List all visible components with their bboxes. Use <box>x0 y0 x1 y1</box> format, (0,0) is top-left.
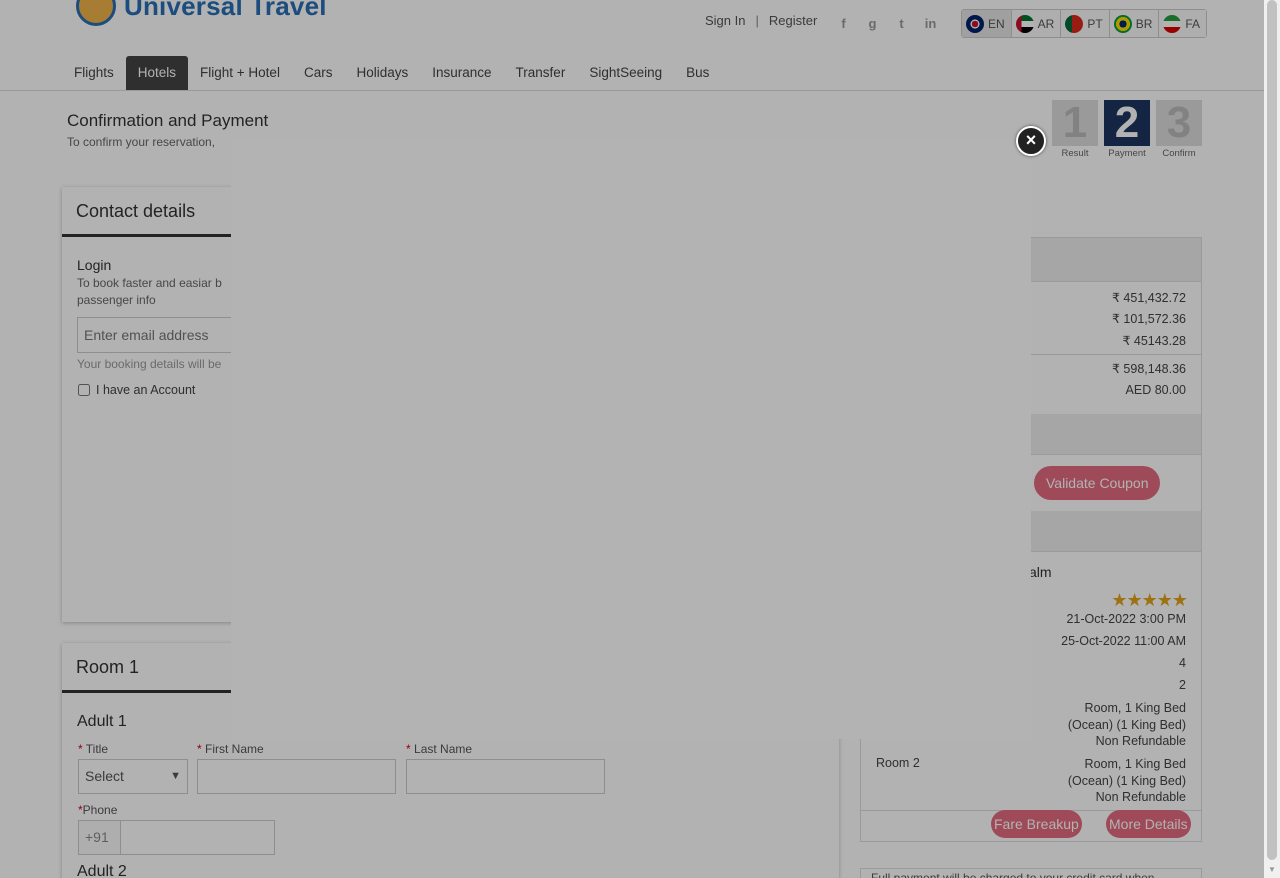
page: Universal Travel Sign In | Register f g … <box>0 0 1264 878</box>
page-scrollbar[interactable]: ▲ ▼ <box>1264 0 1280 878</box>
scroll-down-icon[interactable]: ▼ <box>1264 862 1280 878</box>
modal-dialog <box>231 139 1031 739</box>
scroll-thumb[interactable] <box>1267 0 1277 860</box>
close-icon[interactable]: × <box>1016 126 1046 156</box>
